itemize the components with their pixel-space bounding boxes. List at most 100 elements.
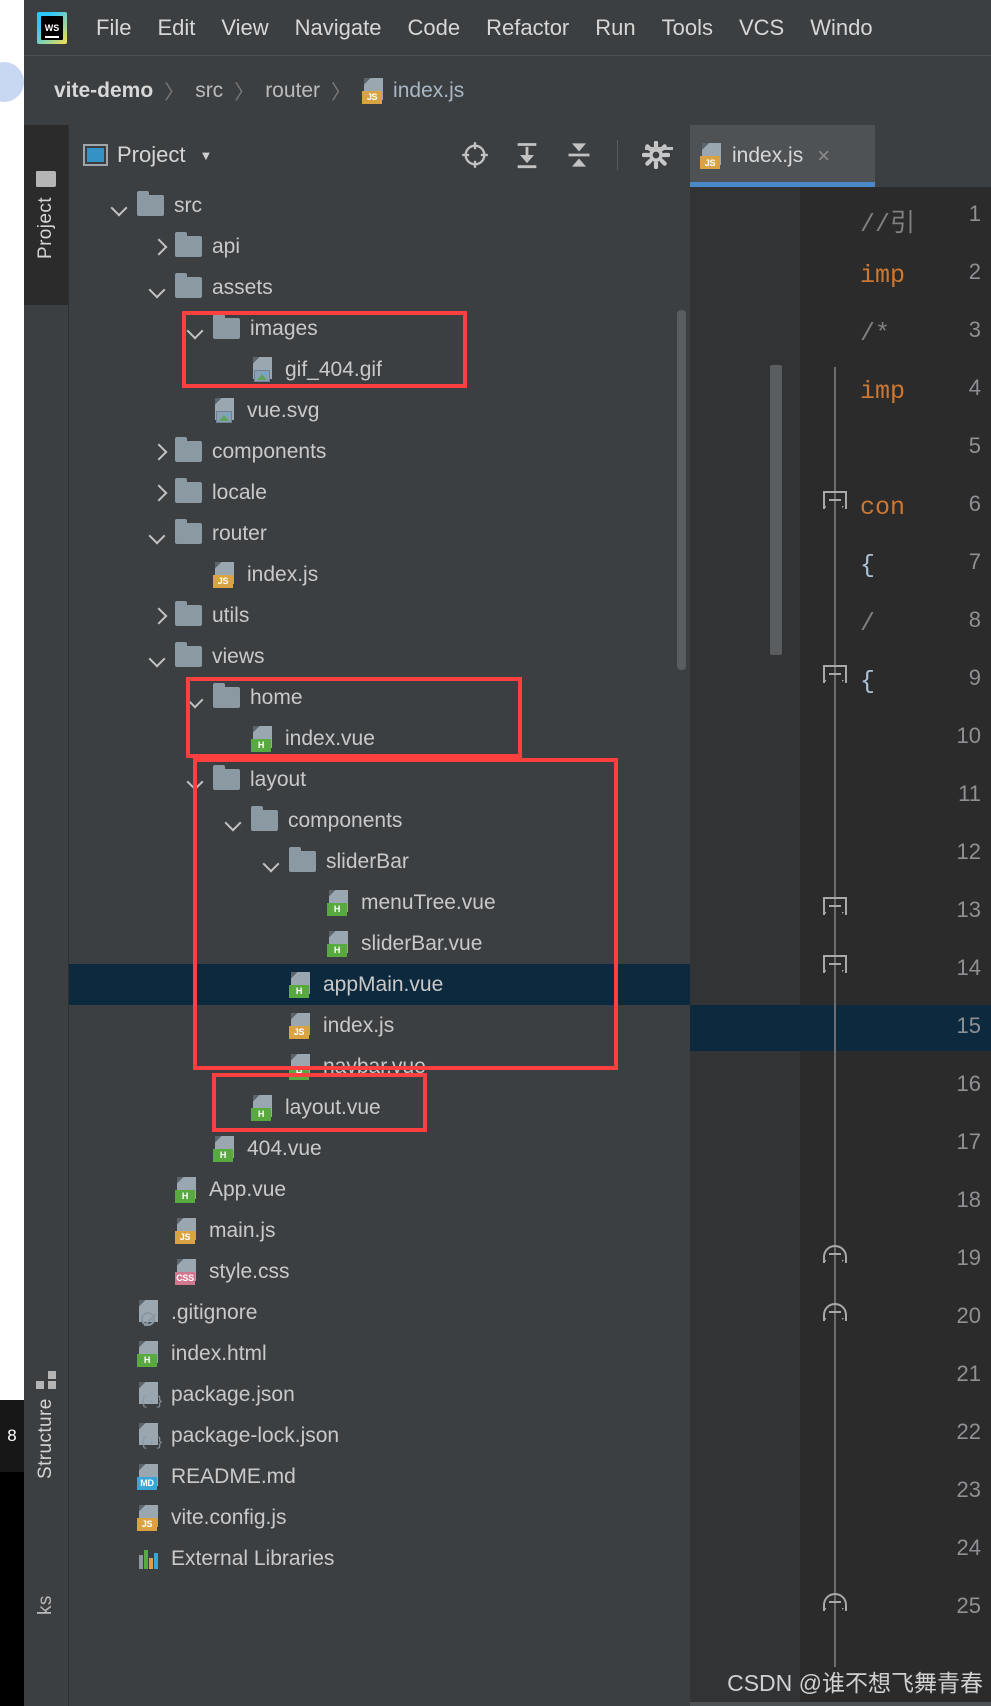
menu-item-windo[interactable]: Windo [797, 15, 885, 41]
chevron-right-icon[interactable] [149, 607, 167, 625]
chevron-right-icon[interactable] [149, 443, 167, 461]
menu-item-vcs[interactable]: VCS [726, 15, 797, 41]
tree-item-index-js[interactable]: JS index.js [69, 1005, 690, 1046]
chevron-right-icon[interactable] [149, 484, 167, 502]
project-file-tree[interactable]: src api assets images gif_404.gif vue.svg comp… [69, 185, 690, 1706]
breadcrumb-part-router[interactable]: router [265, 79, 320, 103]
folder-icon [175, 601, 202, 626]
tree-item--gitignore[interactable]: .gitignore [69, 1292, 690, 1333]
sidebar-item-project[interactable]: Project [24, 125, 68, 305]
tree-item-router[interactable]: router [69, 513, 690, 554]
sidebar-item-structure[interactable]: Structure [24, 1325, 68, 1525]
settings-gear-icon[interactable] [642, 141, 670, 169]
chevron-down-icon[interactable] [149, 525, 167, 543]
menu-item-tools[interactable]: Tools [649, 15, 726, 41]
chevron-right-icon[interactable] [149, 238, 167, 256]
tree-item-main-js[interactable]: JS main.js [69, 1210, 690, 1251]
tree-item-404-vue[interactable]: H 404.vue [69, 1128, 690, 1169]
tree-item-app-vue[interactable]: H App.vue [69, 1169, 690, 1210]
menu-item-code[interactable]: Code [395, 15, 474, 41]
tree-item-assets[interactable]: assets [69, 267, 690, 308]
collapse-all-icon[interactable] [565, 141, 593, 169]
folder-icon [213, 765, 240, 790]
tree-item-components[interactable]: components [69, 431, 690, 472]
hide-panel-icon[interactable] [645, 147, 673, 150]
tree-item-label: 404.vue [247, 1136, 322, 1160]
tree-item-label: components [212, 439, 327, 463]
tree-item-menutree-vue[interactable]: HmenuTree.vue [69, 882, 690, 923]
tree-item-sliderbar-vue[interactable]: HsliderBar.vue [69, 923, 690, 964]
project-tree-scrollbar[interactable] [677, 310, 686, 670]
fold-collapse-icon[interactable] [823, 665, 847, 691]
code-editor[interactable]: 1 2 3 4 5 6 7 8 9 10 11 12 13 14 15 16 17 18 19 20 21 22 23 24 2… [690, 187, 991, 1706]
chevron-down-icon[interactable] [225, 812, 243, 830]
tree-item-sliderbar[interactable]: sliderBar [69, 841, 690, 882]
tree-item-views[interactable]: views [69, 636, 690, 677]
editor-scrollbar[interactable] [770, 365, 782, 655]
chevron-down-icon[interactable] [187, 689, 205, 707]
code-text[interactable]: //引 imp /* imp con {/ { [852, 187, 991, 1706]
tree-item-vue-svg[interactable]: vue.svg [69, 390, 690, 431]
menu-item-file[interactable]: File [83, 15, 144, 41]
tree-item-label: main.js [209, 1218, 276, 1242]
expand-all-icon[interactable] [513, 141, 541, 169]
chevron-down-icon[interactable] [187, 320, 205, 338]
breadcrumb-file[interactable]: JS index.js [362, 77, 464, 104]
menu-item-refactor[interactable]: Refactor [473, 15, 582, 41]
folder-icon [137, 191, 164, 216]
chevron-down-icon[interactable] [149, 648, 167, 666]
tree-item-style-css[interactable]: CSS style.css [69, 1251, 690, 1292]
menu-item-run[interactable]: Run [582, 15, 648, 41]
tree-item-locale[interactable]: locale [69, 472, 690, 513]
tree-item-components[interactable]: components [69, 800, 690, 841]
tree-item-images[interactable]: images [69, 308, 690, 349]
code-line-8: / [860, 609, 876, 638]
menu-item-edit[interactable]: Edit [144, 15, 208, 41]
sidebar-item-bookmarks[interactable]: ks [24, 1545, 68, 1665]
tree-item-index-vue[interactable]: Hindex.vue [69, 718, 690, 759]
tree-item-gif-404-gif[interactable]: gif_404.gif [69, 349, 690, 390]
tree-item-vite-config-js[interactable]: JS vite.config.js [69, 1497, 690, 1538]
tree-item-layout[interactable]: layout [69, 759, 690, 800]
tree-item-navbar-vue[interactable]: Hnavbar.vue [69, 1046, 690, 1087]
fold-collapse-icon[interactable] [823, 491, 847, 517]
code-line-1: //引 [860, 210, 916, 239]
fold-collapse-icon[interactable] [823, 897, 847, 923]
breadcrumb-part-src[interactable]: src [195, 79, 223, 103]
chevron-down-icon[interactable] [263, 853, 281, 871]
tree-item-package-lock-json[interactable]: {·} package-lock.json [69, 1415, 690, 1456]
folder-icon [175, 642, 202, 667]
tree-item-index-js[interactable]: JS index.js [69, 554, 690, 595]
tree-item-label: .gitignore [171, 1300, 258, 1324]
tree-item-utils[interactable]: utils [69, 595, 690, 636]
tree-item-home[interactable]: home [69, 677, 690, 718]
chevron-down-icon[interactable] [187, 771, 205, 789]
folder-icon [213, 683, 240, 708]
fold-collapse-icon[interactable] [823, 955, 847, 981]
locate-icon[interactable] [461, 141, 489, 169]
chevron-down-icon[interactable] [149, 279, 167, 297]
tree-item-src[interactable]: src [69, 185, 690, 226]
menu-item-view[interactable]: View [208, 15, 281, 41]
tree-item-label: utils [212, 603, 250, 627]
chevron-down-icon[interactable] [111, 197, 129, 215]
tree-item-label: index.js [323, 1013, 395, 1037]
fold-collapse-icon[interactable] [823, 1593, 847, 1619]
fold-collapse-icon[interactable] [823, 1303, 847, 1329]
tree-item-index-html[interactable]: Hindex.html [69, 1333, 690, 1374]
close-icon[interactable]: × [817, 145, 830, 167]
fold-collapse-icon[interactable] [823, 1245, 847, 1271]
tree-item-api[interactable]: api [69, 226, 690, 267]
tree-item-appmain-vue[interactable]: HappMain.vue [69, 964, 690, 1005]
tree-item-readme-md[interactable]: MD README.md [69, 1456, 690, 1497]
tree-item-layout-vue[interactable]: Hlayout.vue [69, 1087, 690, 1128]
menu-item-navigate[interactable]: Navigate [282, 15, 395, 41]
breadcrumb-root[interactable]: vite-demo [54, 79, 153, 103]
tree-item-package-json[interactable]: {·} package.json [69, 1374, 690, 1415]
tab-index-js[interactable]: JS index.js × [690, 125, 875, 187]
tree-item-external-libraries[interactable]: External Libraries [69, 1538, 690, 1579]
folder-icon [289, 847, 316, 872]
gitignore-file-icon [137, 1299, 161, 1326]
chevron-down-icon[interactable]: ▼ [199, 148, 212, 163]
